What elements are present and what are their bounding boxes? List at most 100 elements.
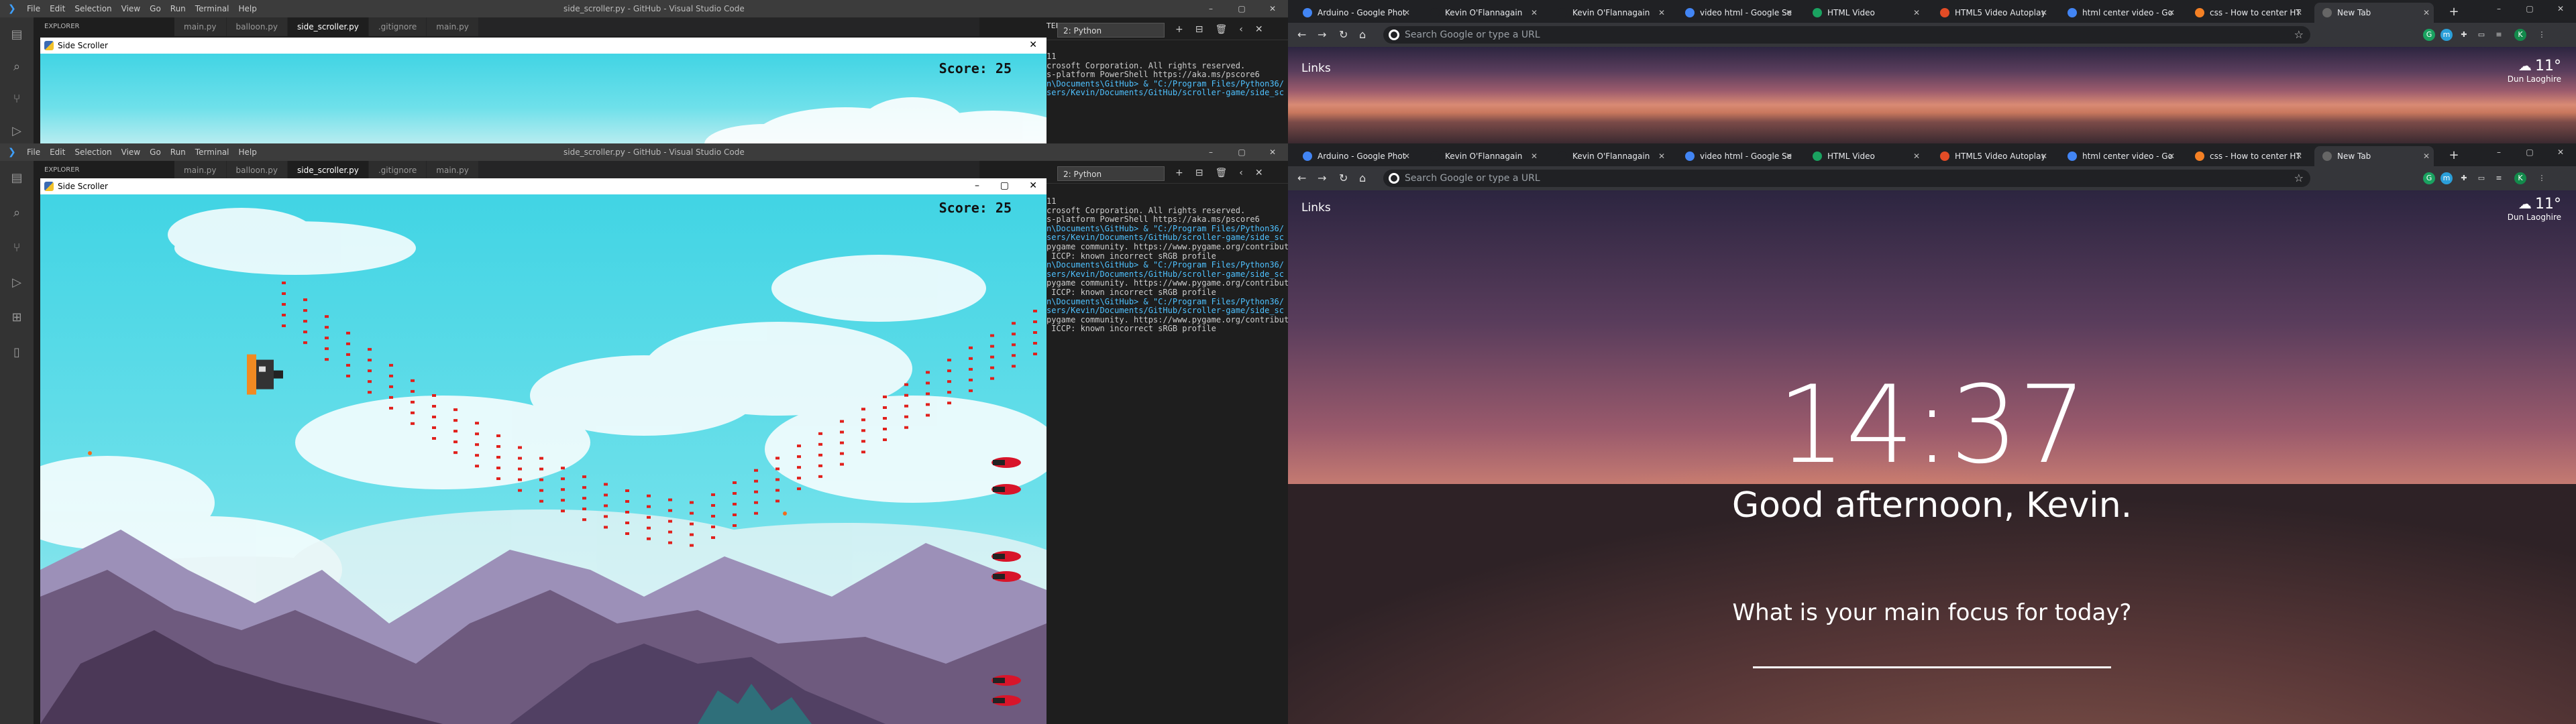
profile-avatar[interactable]: K bbox=[2514, 172, 2526, 184]
close-button[interactable]: ✕ bbox=[1257, 0, 1288, 17]
bookmark-star-icon[interactable]: ☆ bbox=[2294, 28, 2304, 41]
chrome-tab[interactable]: Kevin O'Flannagain ✕ bbox=[1550, 146, 1669, 166]
tab-side-scroller-py[interactable]: side_scroller.py bbox=[287, 161, 369, 180]
terminal-output-bottom[interactable]: 11 crosoft Corporation. All rights reserv… bbox=[1046, 197, 1288, 724]
close-panel-icon[interactable]: ✕ bbox=[1255, 24, 1263, 35]
run-debug-icon[interactable]: ▷ bbox=[9, 275, 25, 291]
close-tab-icon[interactable]: ✕ bbox=[1913, 3, 1920, 23]
menu-kebab-icon[interactable]: ⋮ bbox=[2536, 172, 2548, 184]
extension-icon-2[interactable]: m bbox=[2440, 172, 2453, 184]
chrome-tab[interactable]: New Tab ✕ bbox=[2314, 146, 2434, 166]
close-tab-icon[interactable]: ✕ bbox=[1786, 146, 1792, 166]
chevron-left-icon[interactable]: ‹ bbox=[1239, 24, 1243, 35]
close-button[interactable]: ✕ bbox=[1257, 143, 1288, 161]
chrome-tab[interactable]: Arduino - Google Phot ✕ bbox=[1295, 3, 1414, 23]
chrome-tab[interactable]: HTML Video ✕ bbox=[1805, 146, 1924, 166]
close-tab-icon[interactable]: ✕ bbox=[2168, 3, 2175, 23]
chrome-tab[interactable]: html center video - Go ✕ bbox=[2059, 3, 2179, 23]
close-tab-icon[interactable]: ✕ bbox=[2296, 146, 2302, 166]
menu-selection[interactable]: Selection bbox=[74, 147, 111, 157]
tab-main-py[interactable]: main.py bbox=[174, 17, 227, 36]
links-button[interactable]: Links bbox=[1301, 62, 1331, 75]
chrome-tab[interactable]: css - How to center HT ✕ bbox=[2187, 3, 2306, 23]
forward-icon[interactable]: → bbox=[1318, 28, 1326, 41]
chrome-tab[interactable]: Kevin O'Flannagain ✕ bbox=[1422, 146, 1542, 166]
menu-file[interactable]: File bbox=[27, 147, 40, 157]
back-icon[interactable]: ← bbox=[1297, 28, 1306, 41]
new-terminal-icon[interactable]: + bbox=[1175, 168, 1183, 178]
puzzle-icon[interactable]: ✚ bbox=[2458, 29, 2470, 41]
menu-file[interactable]: File bbox=[27, 4, 40, 13]
close-tab-icon[interactable]: ✕ bbox=[1531, 146, 1538, 166]
tab-gitignore[interactable]: .gitignore bbox=[368, 161, 427, 180]
menu-help[interactable]: Help bbox=[239, 147, 257, 157]
search-icon[interactable]: ⌕ bbox=[9, 205, 25, 221]
chrome-tab[interactable]: css - How to center HT ✕ bbox=[2187, 146, 2306, 166]
search-icon[interactable]: ⌕ bbox=[9, 59, 25, 75]
menu-view[interactable]: View bbox=[121, 147, 140, 157]
game-close-button[interactable]: ✕ bbox=[1029, 40, 1037, 50]
home-icon[interactable]: ⌂ bbox=[1359, 172, 1366, 184]
menu-view[interactable]: View bbox=[121, 4, 140, 13]
chrome-tab[interactable]: HTML5 Video Autoplay ✕ bbox=[1932, 146, 2051, 166]
chrome-tab[interactable]: HTML Video ✕ bbox=[1805, 3, 1924, 23]
terminal-output-top[interactable]: 11 crosoft Corporation. All rights reserv… bbox=[1046, 52, 1288, 143]
menu-terminal[interactable]: Terminal bbox=[195, 147, 229, 157]
new-terminal-icon[interactable]: + bbox=[1175, 24, 1183, 35]
extensions-icon[interactable]: ⊞ bbox=[9, 310, 25, 326]
close-tab-icon[interactable]: ✕ bbox=[2168, 146, 2175, 166]
close-tab-icon[interactable]: ✕ bbox=[1403, 146, 1410, 166]
omnibox[interactable]: Search Google or type a URL ☆ bbox=[1383, 170, 2310, 187]
weather-widget[interactable]: ☁ 11° Dun Laoghire bbox=[2508, 196, 2561, 222]
omnibox[interactable]: Search Google or type a URL ☆ bbox=[1383, 26, 2310, 44]
extension-icon-1[interactable]: G bbox=[2423, 29, 2435, 41]
source-control-icon[interactable]: ⑂ bbox=[9, 240, 25, 256]
home-icon[interactable]: ⌂ bbox=[1359, 28, 1366, 41]
back-icon[interactable]: ← bbox=[1297, 172, 1306, 184]
menu-run[interactable]: Run bbox=[170, 4, 186, 13]
focus-input[interactable] bbox=[1753, 666, 2111, 668]
menu-terminal[interactable]: Terminal bbox=[195, 4, 229, 13]
menu-run[interactable]: Run bbox=[170, 147, 186, 157]
run-debug-icon[interactable]: ▷ bbox=[9, 123, 25, 139]
tab-main-py[interactable]: main.py bbox=[174, 161, 227, 180]
tab-balloon-py[interactable]: balloon.py bbox=[226, 17, 288, 36]
game-minimize-button[interactable]: – bbox=[975, 180, 979, 191]
menu-help[interactable]: Help bbox=[239, 4, 257, 13]
extension-icon-4[interactable]: ≡ bbox=[2493, 172, 2505, 184]
close-tab-icon[interactable]: ✕ bbox=[1658, 146, 1665, 166]
chrome-tab[interactable]: Arduino - Google Phot ✕ bbox=[1295, 146, 1414, 166]
menu-edit[interactable]: Edit bbox=[50, 147, 65, 157]
extension-icon-3[interactable]: ▭ bbox=[2475, 29, 2487, 41]
tab-side-scroller-py[interactable]: side_scroller.py bbox=[287, 17, 369, 36]
extension-icon-2[interactable]: m bbox=[2440, 29, 2453, 41]
split-terminal-icon[interactable]: ⊟ bbox=[1195, 24, 1203, 35]
close-button[interactable]: ✕ bbox=[2545, 143, 2576, 161]
reload-icon[interactable]: ↻ bbox=[1339, 28, 1348, 41]
menu-kebab-icon[interactable]: ⋮ bbox=[2536, 29, 2548, 41]
tab-main-py-2[interactable]: main.py bbox=[427, 161, 479, 180]
chrome-tab[interactable]: Kevin O'Flannagain ✕ bbox=[1422, 3, 1542, 23]
chrome-tab[interactable]: Kevin O'Flannagain ✕ bbox=[1550, 3, 1669, 23]
menu-go[interactable]: Go bbox=[150, 147, 161, 157]
explorer-icon[interactable]: ▤ bbox=[9, 170, 25, 186]
maximize-button[interactable]: ▢ bbox=[2514, 0, 2545, 17]
extension-icon-1[interactable]: G bbox=[2423, 172, 2435, 184]
minimize-button[interactable]: – bbox=[2483, 143, 2514, 161]
trash-icon[interactable]: 🗑 bbox=[1215, 24, 1227, 35]
reload-icon[interactable]: ↻ bbox=[1339, 172, 1348, 184]
close-tab-icon[interactable]: ✕ bbox=[1786, 3, 1792, 23]
chevron-left-icon[interactable]: ‹ bbox=[1239, 168, 1243, 178]
new-tab-button[interactable]: + bbox=[2446, 4, 2462, 20]
close-tab-icon[interactable]: ✕ bbox=[1658, 3, 1665, 23]
tab-balloon-py[interactable]: balloon.py bbox=[226, 161, 288, 180]
chrome-tab[interactable]: HTML5 Video Autoplay ✕ bbox=[1932, 3, 2051, 23]
close-tab-icon[interactable]: ✕ bbox=[2423, 146, 2430, 166]
close-tab-icon[interactable]: ✕ bbox=[2423, 3, 2430, 23]
close-tab-icon[interactable]: ✕ bbox=[2041, 146, 2047, 166]
minimize-button[interactable]: – bbox=[2483, 0, 2514, 17]
close-tab-icon[interactable]: ✕ bbox=[1531, 3, 1538, 23]
tab-gitignore[interactable]: .gitignore bbox=[368, 17, 427, 36]
close-tab-icon[interactable]: ✕ bbox=[2296, 3, 2302, 23]
puzzle-icon[interactable]: ✚ bbox=[2458, 172, 2470, 184]
